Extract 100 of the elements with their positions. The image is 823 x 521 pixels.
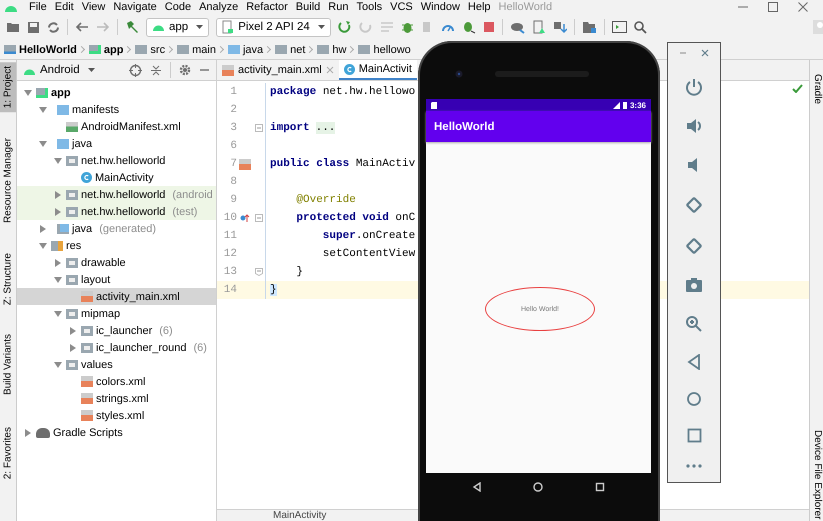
expand-arrow-icon[interactable]: [40, 224, 46, 232]
breadcrumb-item[interactable]: main: [177, 44, 216, 56]
rotate-right-icon[interactable]: [684, 236, 704, 256]
expand-arrow-icon[interactable]: [54, 362, 62, 368]
expand-arrow-icon[interactable]: [70, 326, 76, 334]
expand-arrow-icon[interactable]: [70, 344, 76, 352]
close-icon[interactable]: [701, 49, 709, 57]
menu-item[interactable]: Build: [296, 1, 320, 13]
tool-window-tab[interactable]: Device File Explorer: [810, 430, 823, 519]
breadcrumb-item[interactable]: src: [135, 44, 166, 56]
menu-item[interactable]: Edit: [54, 1, 74, 13]
expand-arrow-icon[interactable]: [25, 428, 31, 436]
fold-icon[interactable]: [255, 124, 263, 132]
tree-item[interactable]: drawable: [17, 254, 216, 271]
maximize-icon[interactable]: [767, 2, 779, 12]
device-dropdown[interactable]: Pixel 2 API 24: [216, 18, 331, 36]
menu-item[interactable]: Refactor: [246, 1, 288, 13]
tree-item[interactable]: java (generated): [17, 220, 216, 237]
tree-item[interactable]: AndroidManifest.xml: [17, 118, 216, 135]
menu-item[interactable]: Help: [468, 1, 491, 13]
fold-icon[interactable]: [255, 268, 263, 276]
tool-window-tab[interactable]: Build Variants: [0, 330, 16, 399]
menu-item[interactable]: Analyze: [199, 1, 238, 13]
device-manager-icon[interactable]: [532, 20, 546, 34]
zoom-in-icon[interactable]: [685, 314, 703, 333]
expand-arrow-icon[interactable]: [39, 242, 47, 248]
menu-item[interactable]: Code: [164, 1, 192, 13]
menu-item[interactable]: View: [82, 1, 106, 13]
tree-item[interactable]: layout: [17, 271, 216, 288]
tree-item[interactable]: MainActivity: [17, 169, 216, 186]
rotate-left-icon[interactable]: [684, 195, 704, 216]
close-icon[interactable]: [797, 2, 809, 12]
tool-window-tab[interactable]: 1: Project: [0, 62, 16, 112]
editor-tab[interactable]: MainActivit: [338, 60, 417, 80]
breadcrumb-item[interactable]: app: [88, 44, 124, 56]
home-icon[interactable]: [533, 482, 544, 492]
expand-arrow-icon[interactable]: [39, 140, 47, 146]
volume-up-icon[interactable]: [685, 117, 703, 136]
tree-item[interactable]: app: [17, 84, 216, 101]
camera-icon[interactable]: [685, 277, 703, 294]
crosshair-icon[interactable]: [129, 64, 142, 76]
editor-breadcrumb[interactable]: MainActivity: [273, 510, 326, 521]
menu-item[interactable]: Run: [328, 1, 348, 13]
expand-arrow-icon[interactable]: [24, 90, 32, 96]
tool-window-tab[interactable]: Gradle: [810, 74, 823, 104]
tool-window-tab[interactable]: 2: Favorites: [0, 422, 16, 483]
sync-icon[interactable]: [47, 20, 60, 34]
settings-icon[interactable]: [179, 64, 191, 76]
expand-arrow-icon[interactable]: [54, 158, 62, 164]
fold-icon[interactable]: [255, 214, 263, 222]
tree-item[interactable]: values: [17, 356, 216, 373]
collapse-icon[interactable]: [150, 64, 162, 76]
tree-item[interactable]: net.hw.helloworld (test): [17, 203, 216, 220]
breadcrumb-item[interactable]: hw: [317, 44, 346, 56]
expand-arrow-icon[interactable]: [54, 310, 62, 316]
overview-icon[interactable]: [595, 482, 606, 492]
tree-item[interactable]: manifests: [17, 101, 216, 118]
expand-arrow-icon[interactable]: [54, 276, 62, 282]
tree-item[interactable]: Gradle Scripts: [17, 424, 216, 441]
hammer-icon[interactable]: [125, 20, 139, 34]
breadcrumb-item[interactable]: HelloWorld: [4, 44, 77, 56]
breadcrumb-item[interactable]: hellowo: [358, 44, 411, 56]
menu-item[interactable]: File: [29, 1, 47, 13]
expand-arrow-icon[interactable]: [39, 106, 47, 112]
power-icon[interactable]: [685, 78, 703, 96]
menu-item[interactable]: Window: [420, 1, 460, 13]
back-icon[interactable]: [472, 482, 482, 492]
tree-item[interactable]: res: [17, 237, 216, 254]
project-structure-icon[interactable]: [582, 20, 597, 34]
breadcrumb-item[interactable]: net: [275, 44, 306, 56]
search-icon[interactable]: [634, 20, 647, 34]
tree-item[interactable]: colors.xml: [17, 373, 216, 390]
configuration-dropdown[interactable]: app: [146, 18, 210, 36]
expand-arrow-icon[interactable]: [55, 190, 61, 198]
folder-icon[interactable]: [6, 21, 20, 33]
terminal-window-icon[interactable]: [612, 21, 627, 33]
expand-arrow-icon[interactable]: [55, 208, 61, 216]
download-icon[interactable]: [552, 20, 567, 34]
tree-item[interactable]: ic_launcher (6): [17, 322, 216, 339]
layout-file-icon[interactable]: [239, 158, 251, 170]
tool-window-tab[interactable]: Resource Manager: [0, 134, 16, 228]
tree-item[interactable]: activity_main.xml: [17, 288, 216, 305]
bug-icon[interactable]: [400, 20, 414, 34]
save-icon[interactable]: [27, 20, 40, 34]
stop-icon[interactable]: [482, 21, 495, 33]
tree-item[interactable]: strings.xml: [17, 390, 216, 407]
menu-item[interactable]: VCS: [390, 1, 413, 13]
tool-window-tab[interactable]: Z: Structure: [0, 249, 16, 310]
tree-item[interactable]: ic_launcher_round (6): [17, 339, 216, 356]
expand-arrow-icon[interactable]: [55, 258, 61, 266]
bug-icon[interactable]: [462, 20, 476, 34]
breadcrumb-item[interactable]: java: [228, 44, 264, 56]
menu-item[interactable]: Tools: [356, 1, 382, 13]
more-icon[interactable]: [686, 464, 702, 468]
menu-item[interactable]: Navigate: [113, 1, 157, 13]
tree-item[interactable]: java: [17, 135, 216, 152]
tree-item[interactable]: styles.xml: [17, 407, 216, 424]
tree-item[interactable]: mipmap: [17, 305, 216, 322]
run-icon[interactable]: [338, 20, 352, 34]
override-icon[interactable]: [240, 213, 250, 223]
